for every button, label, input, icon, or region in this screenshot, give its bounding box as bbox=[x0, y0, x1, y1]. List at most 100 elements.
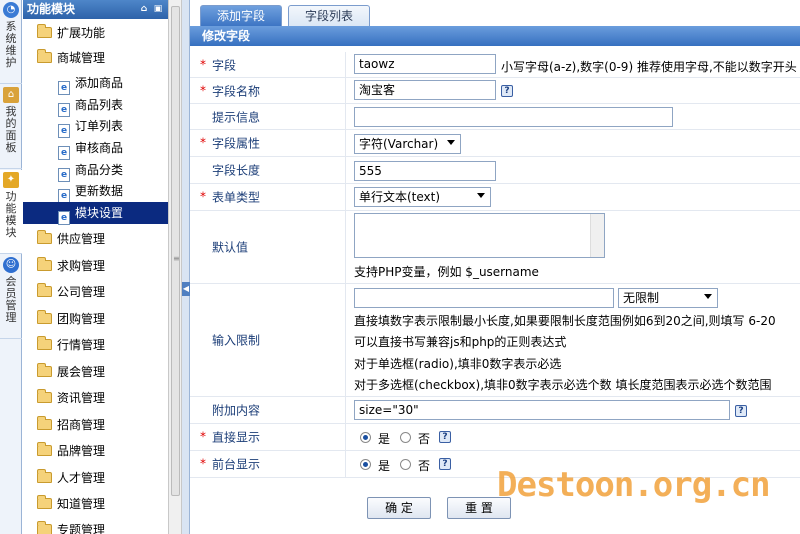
tree-folder-item[interactable]: 公司管理 bbox=[23, 281, 168, 303]
direct-yes-label: 是 bbox=[378, 432, 391, 446]
front-no-radio[interactable] bbox=[400, 459, 411, 470]
window-icon[interactable]: ▣ bbox=[153, 4, 163, 14]
module-tree-panel: 功能模块 ⌂ ▣ 扩展功能 商城管理 e 添加商品 e 商品列表 e 订单列表 e 审核商品 e 商品… bbox=[23, 0, 168, 534]
home-icon: ⌂ bbox=[3, 87, 19, 103]
limit-input[interactable] bbox=[354, 288, 614, 308]
front-yes-radio[interactable] bbox=[360, 459, 371, 470]
home-icon[interactable]: ⌂ bbox=[139, 4, 149, 14]
folder-icon bbox=[37, 521, 52, 534]
tree-item-label: 求购管理 bbox=[57, 259, 106, 273]
tree-item-label: 商品分类 bbox=[75, 163, 124, 177]
tree-item-label: 扩展功能 bbox=[57, 26, 106, 40]
front-label: 前台显示 bbox=[212, 457, 261, 472]
confirm-button[interactable]: 确 定 bbox=[367, 497, 431, 519]
default-note: 支持PHP变量，例如 $_username bbox=[354, 265, 539, 279]
scrollbar-thumb[interactable] bbox=[171, 6, 180, 496]
left-vertical-tabbar: ◔ 系统维护 ⌂ 我的面板 ✦ 功能模块 ☺ 会员管理 bbox=[0, 0, 22, 534]
required-mark: * bbox=[200, 56, 206, 71]
tab-system-maintenance[interactable]: ◔ 系统维护 bbox=[0, 0, 22, 84]
folder-icon bbox=[37, 257, 52, 271]
tree-folder-item[interactable]: 知道管理 bbox=[23, 493, 168, 515]
tree-page-item[interactable]: e 商品分类 bbox=[23, 159, 168, 182]
tree-folder-item[interactable]: 求购管理 bbox=[23, 255, 168, 277]
direct-no-label: 否 bbox=[418, 432, 431, 446]
attribute-select-value: 字符(Varchar) bbox=[359, 137, 439, 151]
field-input[interactable]: taowz bbox=[354, 54, 496, 74]
row-hint: 提示信息 bbox=[190, 104, 800, 130]
tree-item-label: 展会管理 bbox=[57, 365, 106, 379]
tab-function-module[interactable]: ✦ 功能模块 bbox=[0, 170, 22, 254]
tree-folder-item[interactable]: 专题管理 bbox=[23, 519, 168, 534]
tree-page-item[interactable]: e 更新数据 bbox=[23, 180, 168, 203]
tab-my-panel-label: 我的面板 bbox=[5, 105, 17, 154]
attribute-select[interactable]: 字符(Varchar) bbox=[354, 134, 461, 154]
tab-system-label: 系统维护 bbox=[5, 20, 17, 69]
tab-field-list[interactable]: 字段列表 bbox=[288, 5, 370, 26]
help-icon[interactable]: ? bbox=[439, 431, 451, 443]
limit-note-3: 对于单选框(radio),填非0数字表示必选 bbox=[354, 357, 562, 371]
help-icon[interactable]: ? bbox=[439, 458, 451, 470]
tree-folder-item[interactable]: 供应管理 bbox=[23, 228, 168, 250]
tree-item-label: 商城管理 bbox=[57, 51, 106, 65]
required-mark: * bbox=[200, 189, 206, 204]
form-type-select-value: 单行文本(text) bbox=[359, 190, 441, 204]
required-mark: * bbox=[200, 82, 206, 97]
direct-no-radio[interactable] bbox=[400, 432, 411, 443]
field-note: 小写字母(a-z),数字(0-9) 推荐使用字母,不能以数字开头 bbox=[501, 60, 797, 74]
tab-add-field[interactable]: 添加字段 bbox=[200, 5, 282, 26]
default-label: 默认值 bbox=[212, 240, 249, 255]
system-icon: ◔ bbox=[3, 2, 19, 18]
folder-icon bbox=[37, 49, 52, 63]
tree-folder-item[interactable]: 资讯管理 bbox=[23, 387, 168, 409]
page-icon: e bbox=[58, 189, 70, 203]
tree-folder-item[interactable]: 扩展功能 bbox=[23, 22, 168, 44]
chevron-down-icon bbox=[704, 294, 712, 299]
extra-input[interactable]: size="30" bbox=[354, 400, 730, 420]
tab-my-panel[interactable]: ⌂ 我的面板 bbox=[0, 85, 22, 169]
tree-folder-item[interactable]: 招商管理 bbox=[23, 414, 168, 436]
row-default: 默认值 支持PHP变量，例如 $_username bbox=[190, 211, 800, 284]
type-label: 表单类型 bbox=[212, 190, 261, 205]
row-field: * 字段 taowz 小写字母(a-z),数字(0-9) 推荐使用字母,不能以数字… bbox=[190, 52, 800, 78]
required-mark: * bbox=[200, 135, 206, 150]
textarea-scrollbar[interactable] bbox=[590, 214, 604, 257]
watermark: Destoon.org.cn bbox=[497, 465, 771, 505]
tree-item-label: 品牌管理 bbox=[57, 444, 106, 458]
page-icon: e bbox=[58, 124, 70, 138]
tree-folder-item[interactable]: 品牌管理 bbox=[23, 440, 168, 462]
limit-select-value: 无限制 bbox=[623, 291, 660, 305]
tree-page-item[interactable]: e 模块设置 bbox=[23, 202, 168, 225]
tree-scrollbar[interactable]: ≡ bbox=[168, 0, 182, 534]
length-input[interactable]: 555 bbox=[354, 161, 496, 181]
page-icon: e bbox=[58, 211, 70, 225]
collapse-bar[interactable]: ◀ bbox=[182, 0, 190, 534]
tree-folder-item[interactable]: 团购管理 bbox=[23, 308, 168, 330]
tree-title: 功能模块 bbox=[27, 2, 76, 16]
field-name-input[interactable]: 淘宝客 bbox=[354, 80, 496, 100]
length-label: 字段长度 bbox=[212, 163, 261, 178]
tree-page-item[interactable]: e 审核商品 bbox=[23, 137, 168, 160]
tree-item-label: 招商管理 bbox=[57, 418, 106, 432]
tree-folder-item[interactable]: 商城管理 bbox=[23, 47, 168, 69]
help-icon[interactable]: ? bbox=[501, 85, 513, 97]
hint-input[interactable] bbox=[354, 107, 673, 127]
tree-item-label: 人才管理 bbox=[57, 471, 106, 485]
tab-member-label: 会员管理 bbox=[5, 275, 17, 324]
tree-folder-item[interactable]: 展会管理 bbox=[23, 361, 168, 383]
direct-yes-radio[interactable] bbox=[360, 432, 371, 443]
form-type-select[interactable]: 单行文本(text) bbox=[354, 187, 491, 207]
tree-page-item[interactable]: e 添加商品 bbox=[23, 72, 168, 95]
tree-folder-item[interactable]: 行情管理 bbox=[23, 334, 168, 356]
tree-page-item[interactable]: e 订单列表 bbox=[23, 115, 168, 138]
limit-select[interactable]: 无限制 bbox=[618, 288, 718, 308]
tree-item-label: 知道管理 bbox=[57, 497, 106, 511]
collapse-arrow-icon[interactable]: ◀ bbox=[182, 282, 190, 296]
tree-page-item[interactable]: e 商品列表 bbox=[23, 94, 168, 117]
row-attribute: * 字段属性 字符(Varchar) bbox=[190, 130, 800, 157]
tree-item-label: 订单列表 bbox=[75, 119, 124, 133]
tree-folder-item[interactable]: 人才管理 bbox=[23, 467, 168, 489]
direct-label: 直接显示 bbox=[212, 430, 261, 445]
help-icon[interactable]: ? bbox=[735, 405, 747, 417]
default-textarea[interactable] bbox=[354, 213, 605, 258]
tab-member-management[interactable]: ☺ 会员管理 bbox=[0, 255, 22, 339]
